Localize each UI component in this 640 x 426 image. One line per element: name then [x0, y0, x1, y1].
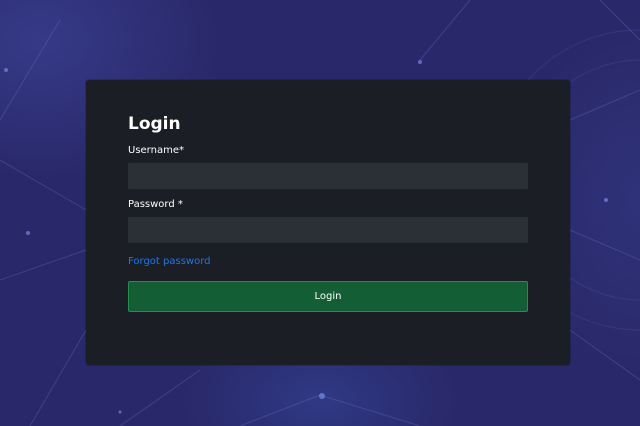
password-label: Password * [128, 199, 183, 210]
username-input[interactable] [128, 163, 528, 189]
forgot-password-link[interactable]: Forgot password [128, 255, 211, 268]
login-card: Login Username* Password * Forgot passwo… [86, 80, 570, 365]
password-input[interactable] [128, 217, 528, 243]
login-title: Login [128, 114, 181, 134]
login-button[interactable]: Login [128, 281, 528, 312]
username-label: Username* [128, 145, 184, 156]
